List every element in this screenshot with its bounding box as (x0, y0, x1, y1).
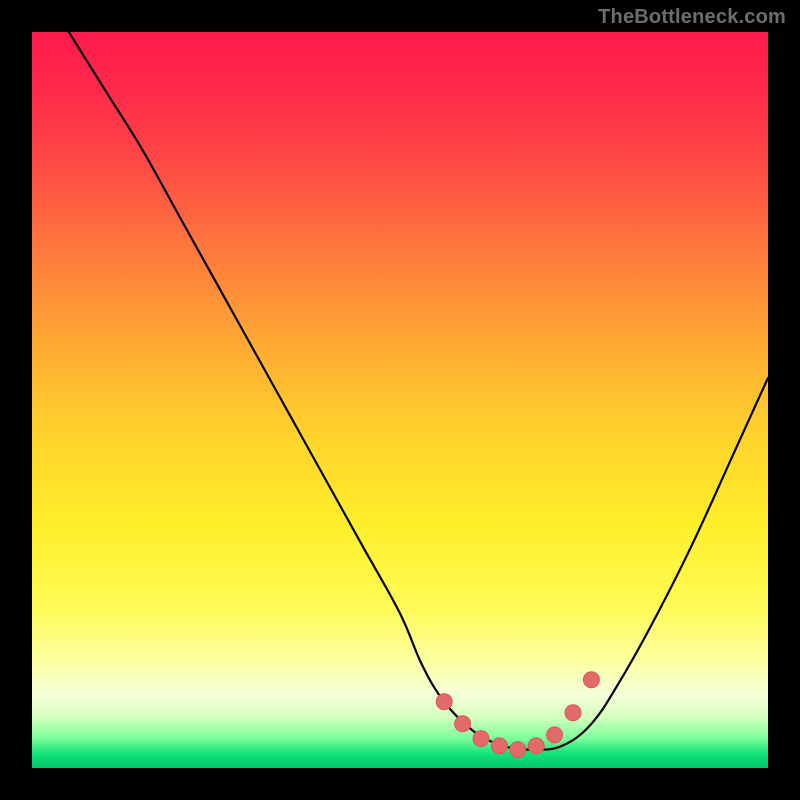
plot-area (32, 32, 768, 768)
chart-svg (32, 32, 768, 768)
marker-dot (565, 705, 581, 721)
curve-path (69, 32, 768, 750)
bottleneck-curve (69, 32, 768, 750)
watermark-text: TheBottleneck.com (598, 6, 786, 29)
marker-dot (491, 738, 507, 754)
marker-dot (510, 742, 526, 758)
marker-dot (436, 694, 452, 710)
optimal-region-markers (436, 672, 599, 758)
marker-dot (547, 727, 563, 743)
marker-dot (473, 731, 489, 747)
marker-dot (455, 716, 471, 732)
marker-dot (583, 672, 599, 688)
chart-stage: TheBottleneck.com (0, 0, 800, 800)
marker-dot (528, 738, 544, 754)
